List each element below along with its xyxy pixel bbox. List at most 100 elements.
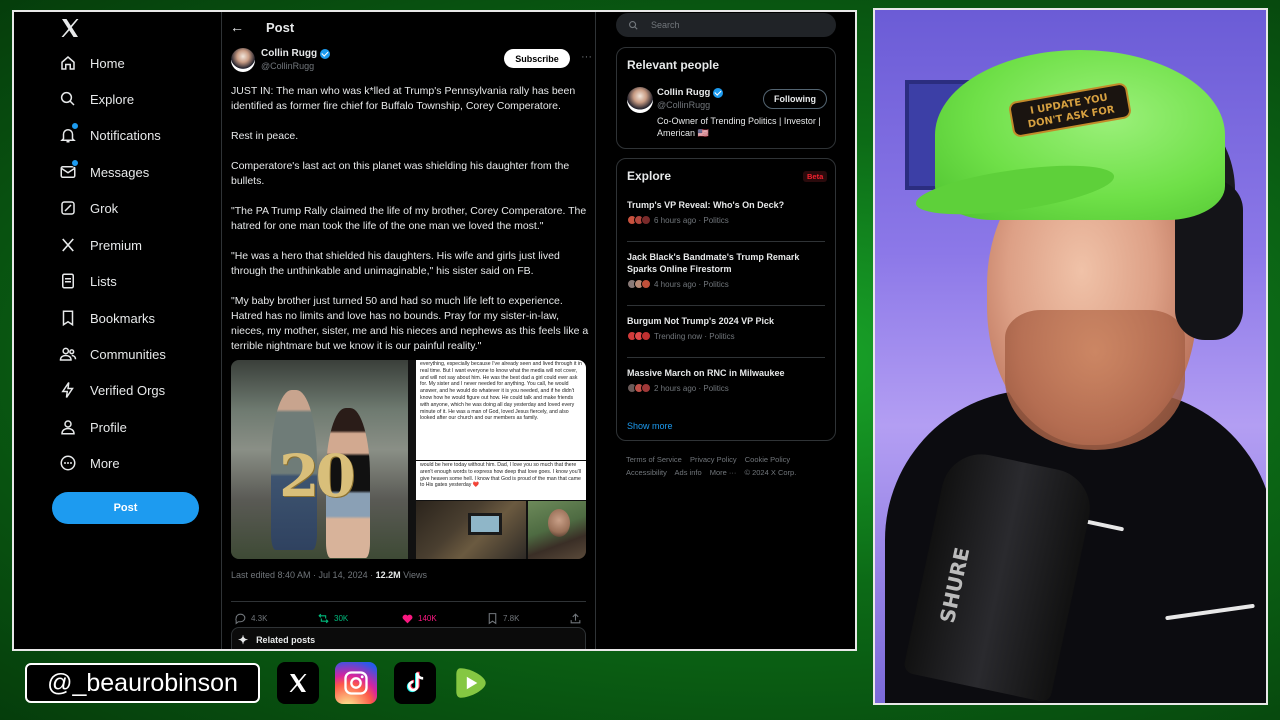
page-title: Post bbox=[266, 19, 295, 35]
nav-bookmarks[interactable]: Bookmarks bbox=[58, 303, 155, 333]
interior-photo[interactable] bbox=[416, 501, 526, 559]
like-count: 140K bbox=[418, 614, 437, 623]
like-button[interactable]: 140K bbox=[401, 612, 437, 625]
footer-link[interactable]: Cookie Policy bbox=[745, 455, 790, 464]
relevant-name[interactable]: Collin Rugg bbox=[657, 87, 710, 98]
avatar[interactable] bbox=[627, 87, 653, 113]
trend-time: 4 hours ago bbox=[654, 279, 697, 289]
footer-row: Terms of Service Privacy Policy Cookie P… bbox=[626, 453, 831, 466]
list-icon bbox=[58, 271, 78, 291]
author-name-row[interactable]: Collin Rugg bbox=[261, 48, 331, 59]
nav-messages[interactable]: Messages bbox=[58, 157, 149, 187]
trend-item[interactable]: Burgum Not Trump's 2024 VP Pick Trending… bbox=[627, 315, 827, 341]
verified-badge-icon bbox=[320, 48, 331, 59]
x-logo-icon[interactable] bbox=[58, 16, 82, 40]
bookmark-button[interactable]: 7.8K bbox=[486, 612, 519, 625]
author-handle[interactable]: @CollinRugg bbox=[261, 61, 314, 71]
x-browser-window: Home Explore Notifications Messages Grok… bbox=[12, 10, 857, 651]
trend-time: 2 hours ago bbox=[654, 383, 697, 393]
related-posts-bar[interactable]: ✦ Related posts bbox=[231, 627, 586, 649]
photo-person-head bbox=[548, 509, 570, 537]
relevant-people-card: Relevant people Collin Rugg @CollinRugg … bbox=[616, 47, 836, 149]
trend-title: Trump's VP Reveal: Who's On Deck? bbox=[627, 200, 785, 210]
family-photo[interactable]: 20 bbox=[231, 360, 408, 559]
search-bar[interactable] bbox=[616, 13, 836, 37]
trend-category: Politics bbox=[703, 383, 729, 393]
nav-lists[interactable]: Lists bbox=[58, 266, 117, 296]
nav-more[interactable]: More bbox=[58, 448, 120, 478]
search-icon bbox=[58, 89, 78, 109]
post-button[interactable]: Post bbox=[52, 492, 199, 524]
following-button[interactable]: Following bbox=[763, 89, 827, 109]
trend-title: Burgum Not Trump's 2024 VP Pick bbox=[627, 316, 775, 326]
social-handle: @_beaurobinson bbox=[25, 663, 260, 703]
footer-link[interactable]: Privacy Policy bbox=[690, 455, 737, 464]
search-input[interactable] bbox=[651, 20, 811, 30]
more-circle-icon bbox=[58, 453, 78, 473]
post-author: Collin Rugg @CollinRugg Subscribe ··· bbox=[231, 48, 592, 76]
nav-label-bookmarks: Bookmarks bbox=[90, 310, 156, 326]
trend-item[interactable]: Jack Black's Bandmate's Trump Remark Spa… bbox=[627, 251, 827, 289]
author-name[interactable]: Collin Rugg bbox=[261, 48, 317, 59]
share-button[interactable] bbox=[569, 612, 586, 625]
trend-title: Jack Black's Bandmate's Trump Remark Spa… bbox=[627, 252, 800, 274]
nav-communities[interactable]: Communities bbox=[58, 339, 166, 369]
post-media-grid[interactable]: 20 everything, especially because I've a… bbox=[231, 360, 586, 559]
trend-meta: 4 hours ago · Politics bbox=[627, 279, 827, 289]
relevant-name-row[interactable]: Collin Rugg bbox=[657, 87, 724, 98]
nav-grok[interactable]: Grok bbox=[58, 193, 118, 223]
repost-icon bbox=[318, 613, 329, 624]
repost-button[interactable]: 30K bbox=[317, 612, 348, 625]
nav-label-premium: Premium bbox=[90, 237, 143, 253]
more-options-icon[interactable]: ··· bbox=[581, 51, 592, 63]
share-icon bbox=[570, 613, 581, 624]
trend-time: 6 hours ago bbox=[654, 215, 697, 225]
fishing-photo[interactable] bbox=[528, 501, 586, 559]
x-icon bbox=[277, 662, 319, 704]
trend-avatars bbox=[627, 279, 651, 289]
instagram-icon bbox=[335, 662, 377, 704]
trend-item[interactable]: Massive March on RNC in Milwaukee 2 hour… bbox=[627, 367, 827, 393]
reply-button[interactable]: 4.3K bbox=[234, 612, 267, 625]
post-paragraph: Rest in peace. bbox=[231, 130, 299, 142]
nav-explore[interactable]: Explore bbox=[58, 84, 134, 114]
nav-label-messages: Messages bbox=[90, 164, 150, 180]
post-timestamp: Last edited 8:40 AM · Jul 14, 2024 · bbox=[231, 570, 376, 580]
text-screenshot-2[interactable]: would be here today without him. Dad, I … bbox=[416, 461, 586, 500]
nav-profile[interactable]: Profile bbox=[58, 412, 127, 442]
nav-label-lists: Lists bbox=[90, 273, 117, 289]
post-meta: Last edited 8:40 AM · Jul 14, 2024 · 12.… bbox=[231, 570, 427, 580]
footer-link[interactable]: Ads info bbox=[675, 468, 702, 477]
nav-verified-orgs[interactable]: Verified Orgs bbox=[58, 375, 165, 405]
mail-icon bbox=[58, 159, 79, 182]
sparkle-icon: ✦ bbox=[238, 633, 249, 647]
post-paragraph: "He was a hero that shielded his daughte… bbox=[231, 250, 560, 277]
text-screenshot-1[interactable]: everything, especially because I've alre… bbox=[416, 360, 586, 460]
footer-link[interactable]: Accessibility bbox=[626, 468, 667, 477]
post-column: ← Post Collin Rugg @CollinRugg Subscribe… bbox=[221, 12, 596, 649]
trend-meta: Trending now · Politics bbox=[627, 331, 827, 341]
avatar[interactable] bbox=[231, 48, 255, 72]
nav-home[interactable]: Home bbox=[58, 48, 125, 78]
post-paragraph: Comperatore's last act on this planet wa… bbox=[231, 160, 570, 187]
footer-link[interactable]: More ··· bbox=[710, 468, 737, 477]
webcam-feed: I UPDATE YOU DON'T ASK FOR SHURE bbox=[873, 8, 1268, 705]
nav-label-explore: Explore bbox=[90, 91, 135, 107]
footer-link[interactable]: Terms of Service bbox=[626, 455, 682, 464]
explore-title: Explore bbox=[627, 169, 672, 183]
trend-item[interactable]: Trump's VP Reveal: Who's On Deck? 6 hour… bbox=[627, 199, 827, 225]
user-icon bbox=[58, 417, 78, 437]
nav-label-home: Home bbox=[90, 55, 125, 71]
subscribe-button[interactable]: Subscribe bbox=[504, 49, 570, 68]
show-more-link[interactable]: Show more bbox=[627, 421, 673, 431]
trend-avatars bbox=[627, 331, 651, 341]
back-arrow-icon[interactable]: ← bbox=[230, 19, 258, 35]
nav-notifications[interactable]: Notifications bbox=[58, 120, 161, 150]
nav-premium[interactable]: Premium bbox=[58, 230, 142, 260]
relevant-handle[interactable]: @CollinRugg bbox=[657, 100, 710, 110]
trend-time: Trending now bbox=[654, 331, 703, 341]
message-dot bbox=[71, 159, 79, 167]
balloon-number: 20 bbox=[279, 442, 356, 510]
trend-category: Politics bbox=[703, 279, 729, 289]
post-header: ← Post bbox=[230, 16, 294, 38]
